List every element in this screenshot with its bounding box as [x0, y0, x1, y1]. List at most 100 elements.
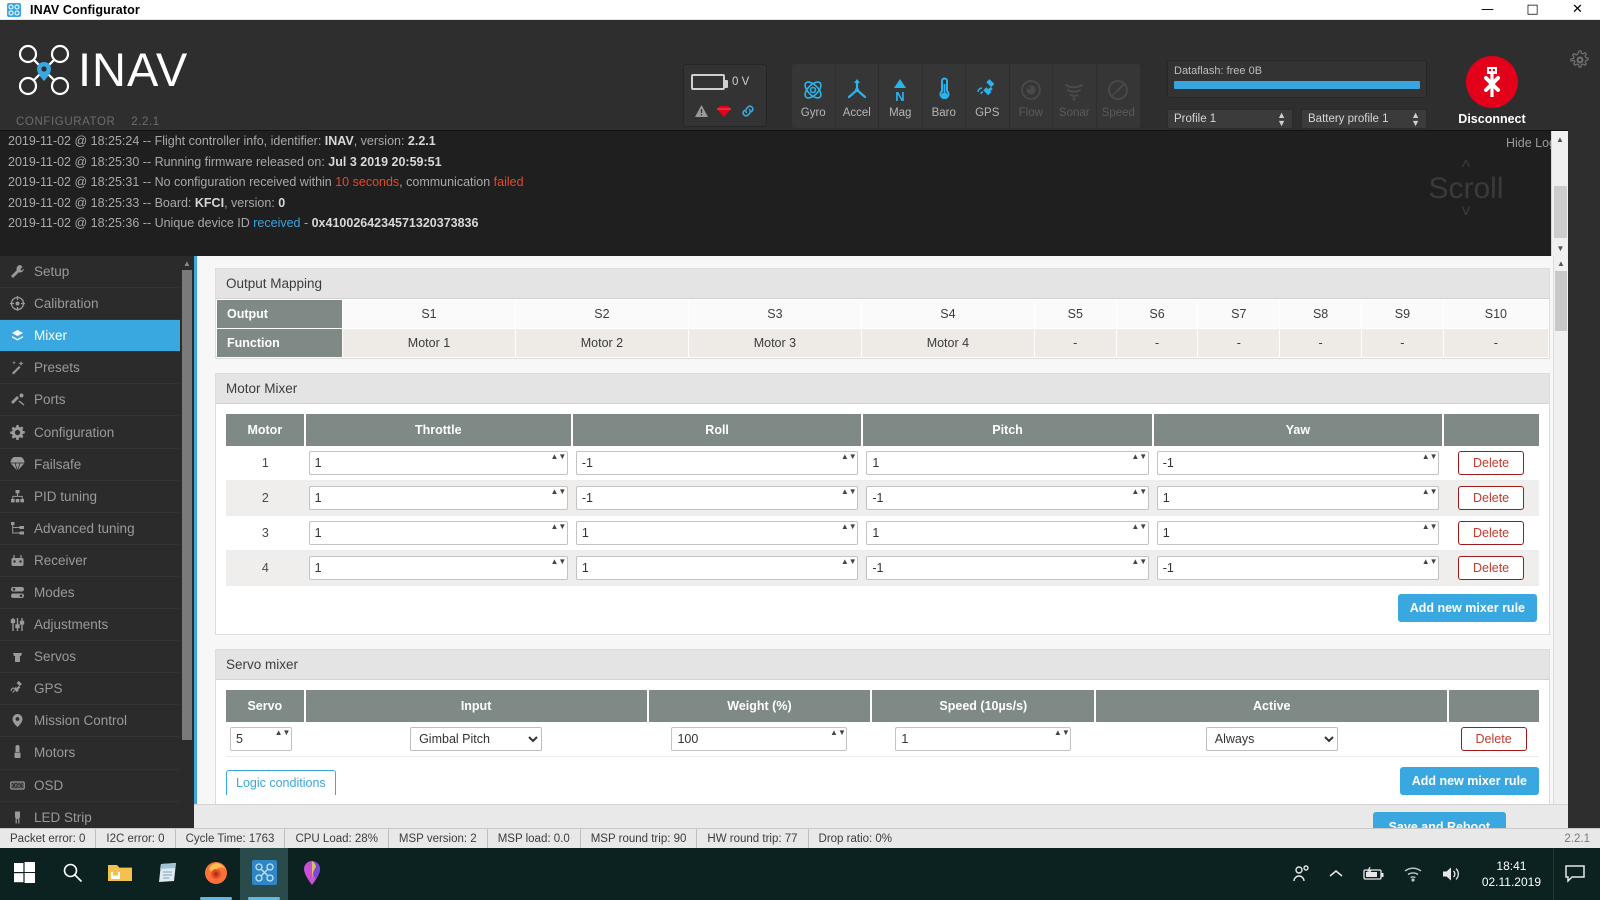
throttle-input[interactable] [308, 486, 568, 510]
spinner-icon[interactable]: ▲▼ [841, 453, 857, 473]
spinner-icon[interactable]: ▲▼ [1131, 453, 1147, 473]
sensor-sonar[interactable]: Sonar [1053, 64, 1097, 128]
spinner-icon[interactable]: ▲▼ [1131, 558, 1147, 578]
content-scrollbar[interactable]: ▲ ▼ [1553, 256, 1568, 848]
pitch-input[interactable] [866, 556, 1149, 580]
sensor-baro[interactable]: Baro [923, 64, 966, 128]
people-icon[interactable] [1282, 864, 1320, 884]
search-button[interactable] [48, 848, 96, 900]
servo-input-select[interactable]: Gimbal Pitch [410, 727, 543, 751]
sidebar-item-servos[interactable]: Servos [0, 641, 180, 674]
sidebar-item-gps[interactable]: GPS [0, 673, 180, 706]
minimize-button[interactable]: — [1465, 0, 1510, 20]
sidebar-item-mission-control[interactable]: Mission Control [0, 705, 180, 738]
logic-conditions-tab[interactable]: Logic conditions [226, 770, 336, 795]
scroll-down-icon[interactable]: ▼ [1552, 240, 1568, 256]
maximize-button[interactable]: □ [1510, 0, 1555, 20]
spinner-icon[interactable]: ▲▼ [830, 729, 846, 749]
spinner-icon[interactable]: ▲▼ [550, 523, 566, 543]
spinner-icon[interactable]: ▲▼ [550, 488, 566, 508]
sidebar-item-adjustments[interactable]: Adjustments [0, 609, 180, 642]
weight-input[interactable] [671, 727, 848, 751]
sensor-flow[interactable]: Flow [1010, 64, 1053, 128]
yaw-input[interactable] [1156, 451, 1440, 475]
delete-button[interactable]: Delete [1458, 451, 1525, 475]
battery-icon[interactable] [1352, 867, 1394, 881]
sidebar-item-receiver[interactable]: Receiver [0, 545, 180, 577]
spinner-icon[interactable]: ▲▼ [550, 453, 566, 473]
spinner-icon[interactable]: ▲▼ [1131, 523, 1147, 543]
roll-input[interactable] [575, 486, 859, 510]
throttle-input[interactable] [308, 521, 568, 545]
hide-log-button[interactable]: Hide Log [1506, 136, 1556, 150]
pitch-input[interactable] [866, 451, 1149, 475]
spinner-icon[interactable]: ▲▼ [1422, 558, 1438, 578]
sidebar-item-mixer[interactable]: Mixer [0, 320, 180, 353]
sidebar-item-calibration[interactable]: Calibration [0, 288, 180, 321]
sensor-accel[interactable]: Accel [836, 64, 879, 128]
sensor-speed[interactable]: Speed [1097, 64, 1141, 128]
spinner-icon[interactable]: ▲▼ [275, 729, 291, 749]
sidebar-item-presets[interactable]: Presets [0, 352, 180, 385]
log-scrollbar-thumb[interactable] [1554, 186, 1567, 238]
sidebar-item-failsafe[interactable]: Failsafe [0, 449, 180, 481]
battery-profile-select[interactable]: Battery profile 1 ▲ ▼ [1301, 109, 1427, 129]
yaw-input[interactable] [1156, 556, 1440, 580]
sidebar-item-pid-tuning[interactable]: PID tuning [0, 481, 180, 513]
profile-select[interactable]: Profile 1 ▲ ▼ [1167, 109, 1293, 129]
sensor-gps[interactable]: GPS [966, 64, 1010, 128]
inav-configurator-button[interactable] [240, 848, 288, 900]
add-servo-mixer-rule-button[interactable]: Add new mixer rule [1399, 767, 1539, 795]
throttle-input[interactable] [308, 451, 568, 475]
servo-active-select[interactable]: Always [1205, 727, 1338, 751]
spinner-icon[interactable]: ▲▼ [841, 558, 857, 578]
sidebar-scrollbar[interactable]: ▲ ▼ [180, 256, 194, 848]
spinner-icon[interactable]: ▲▼ [1422, 453, 1438, 473]
firefox-app-button[interactable] [192, 848, 240, 900]
scroll-up-icon[interactable]: ▲ [1554, 256, 1568, 271]
log-scrollbar[interactable]: ▲ ▼ [1551, 131, 1568, 256]
start-button[interactable] [0, 848, 48, 900]
spinner-icon[interactable]: ▲▼ [841, 488, 857, 508]
close-button[interactable]: ✕ [1555, 0, 1600, 20]
add-motor-mixer-rule-button[interactable]: Add new mixer rule [1397, 594, 1537, 622]
roll-input[interactable] [575, 451, 859, 475]
sidebar-item-setup[interactable]: Setup [0, 256, 180, 289]
scroll-up-icon[interactable]: ▲ [1552, 131, 1568, 148]
sensor-mag[interactable]: N Mag [879, 64, 923, 128]
roll-input[interactable] [575, 521, 859, 545]
chevron-up-icon[interactable] [1320, 868, 1352, 880]
sidebar-item-motors[interactable]: Motors [0, 737, 180, 770]
delete-button[interactable]: Delete [1460, 727, 1527, 751]
spinner-icon[interactable]: ▲▼ [1422, 523, 1438, 543]
settings-gear-button[interactable] [1570, 50, 1590, 73]
disconnect-button[interactable]: Disconnect [1455, 56, 1529, 126]
sidebar-scrollbar-thumb[interactable] [182, 270, 192, 740]
yaw-input[interactable] [1156, 486, 1440, 510]
store-app-button[interactable] [144, 848, 192, 900]
throttle-input[interactable] [308, 556, 568, 580]
pitch-input[interactable] [866, 521, 1149, 545]
roll-input[interactable] [575, 556, 859, 580]
spinner-icon[interactable]: ▲▼ [1054, 729, 1070, 749]
content-scrollbar-thumb[interactable] [1555, 271, 1567, 331]
sidebar-item-configuration[interactable]: Configuration [0, 416, 180, 449]
spinner-icon[interactable]: ▲▼ [1422, 488, 1438, 508]
delete-button[interactable]: Delete [1458, 486, 1525, 510]
sidebar-item-modes[interactable]: Modes [0, 577, 180, 610]
spinner-icon[interactable]: ▲▼ [550, 558, 566, 578]
volume-icon[interactable] [1432, 865, 1470, 883]
scroll-up-icon[interactable]: ▲ [180, 256, 194, 270]
taskbar-clock[interactable]: 18:41 02.11.2019 [1470, 858, 1553, 890]
notification-center-button[interactable] [1553, 848, 1600, 900]
pitch-input[interactable] [866, 486, 1149, 510]
yaw-input[interactable] [1156, 521, 1440, 545]
sidebar-item-osd[interactable]: OSD OSD [0, 770, 180, 802]
delete-button[interactable]: Delete [1458, 521, 1525, 545]
sidebar-item-ports[interactable]: Ports [0, 384, 180, 417]
speed-input[interactable] [895, 727, 1072, 751]
file-explorer-button[interactable] [96, 848, 144, 900]
spinner-icon[interactable]: ▲▼ [1131, 488, 1147, 508]
maps-app-button[interactable] [288, 848, 336, 900]
sensor-gyro[interactable]: Gyro [792, 64, 836, 128]
